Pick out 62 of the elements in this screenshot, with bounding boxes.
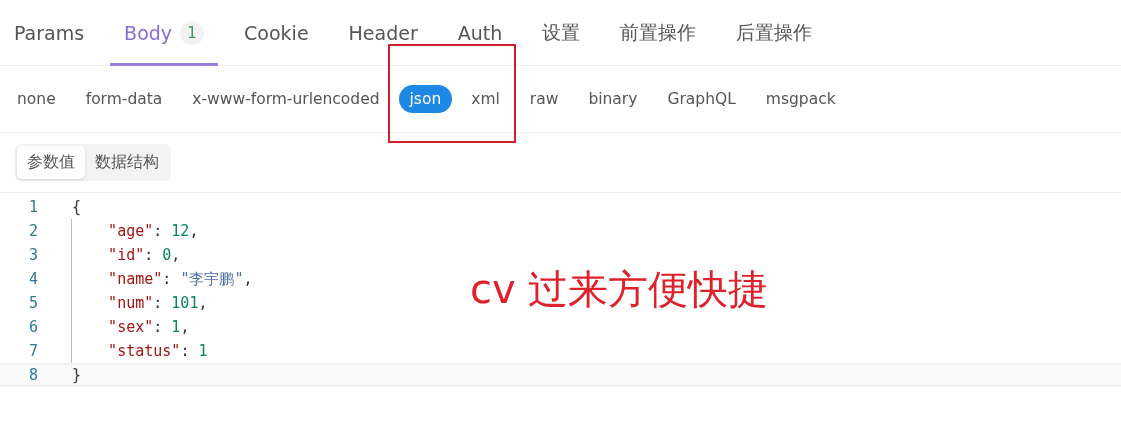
code-token: : xyxy=(153,294,164,312)
code-token: 1 xyxy=(198,342,208,360)
body-type-option[interactable]: x-www-form-urlencoded xyxy=(181,85,391,113)
body-type-option[interactable]: xml xyxy=(460,85,511,113)
request-tab[interactable]: Params xyxy=(0,0,99,66)
line-number: 7 xyxy=(27,342,39,360)
code-token: 0 xyxy=(162,246,172,264)
tab-label: Params xyxy=(14,22,85,44)
request-tab[interactable]: 后置操作 xyxy=(722,0,827,66)
body-type-option[interactable]: binary xyxy=(577,85,649,113)
body-type-option[interactable]: none xyxy=(6,85,67,113)
tab-label: Body xyxy=(124,22,173,44)
view-toggle-option[interactable]: 参数值 xyxy=(17,146,85,179)
body-type-option[interactable]: msgpack xyxy=(754,85,847,113)
code-token: 101 xyxy=(171,294,199,312)
code-token: : xyxy=(162,270,173,288)
line-number: 6 xyxy=(27,318,39,336)
body-type-option[interactable]: form-data xyxy=(74,85,174,113)
code-token: 12 xyxy=(171,222,190,240)
line-number: 5 xyxy=(27,294,39,312)
tab-label: 设置 xyxy=(542,20,581,45)
tab-label: Cookie xyxy=(244,22,309,44)
code-token: , xyxy=(171,246,181,264)
code-token: "sex" xyxy=(107,318,154,336)
code-token: : xyxy=(144,246,155,264)
code-token: : xyxy=(153,318,164,336)
body-type-option[interactable]: raw xyxy=(518,85,570,113)
code-token: "id" xyxy=(107,246,145,264)
request-tab[interactable]: 设置 xyxy=(528,0,595,66)
tab-label: Header xyxy=(348,22,418,44)
request-tab[interactable]: Auth xyxy=(443,0,517,66)
line-number: 4 xyxy=(27,270,39,288)
request-tab[interactable]: Cookie xyxy=(230,0,323,66)
body-type-option[interactable]: json xyxy=(398,85,453,113)
code-token: , xyxy=(189,222,199,240)
code-token: , xyxy=(180,318,190,336)
line-number: 2 xyxy=(27,222,39,240)
code-token: : xyxy=(180,342,191,360)
request-tab[interactable]: Header xyxy=(334,0,432,66)
code-token: , xyxy=(198,294,208,312)
code-token: "name" xyxy=(107,270,163,288)
code-token: "num" xyxy=(107,294,154,312)
code-token: "age" xyxy=(107,222,154,240)
body-type-option[interactable]: GraphQL xyxy=(656,85,747,113)
code-token: } xyxy=(72,366,82,384)
code-token: : xyxy=(153,222,164,240)
line-number: 1 xyxy=(27,198,39,216)
tab-label: Auth xyxy=(457,22,503,44)
code-token: 1 xyxy=(171,318,181,336)
code-token: "李宇鹏" xyxy=(180,269,244,289)
code-token: "status" xyxy=(107,342,181,360)
line-number: 8 xyxy=(27,366,39,384)
code-token: { xyxy=(72,198,82,216)
line-number: 3 xyxy=(27,246,39,264)
request-tab[interactable]: 前置操作 xyxy=(606,0,711,66)
request-tab[interactable]: Body 1 xyxy=(110,0,219,66)
tab-label: 后置操作 xyxy=(736,20,813,45)
count-badge: 1 xyxy=(180,21,205,45)
view-toggle-option[interactable]: 数据结构 xyxy=(85,146,169,179)
code-token: , xyxy=(243,270,253,288)
annotation-text: cv 过来方便快捷 xyxy=(470,265,769,314)
tab-label: 前置操作 xyxy=(620,20,697,45)
